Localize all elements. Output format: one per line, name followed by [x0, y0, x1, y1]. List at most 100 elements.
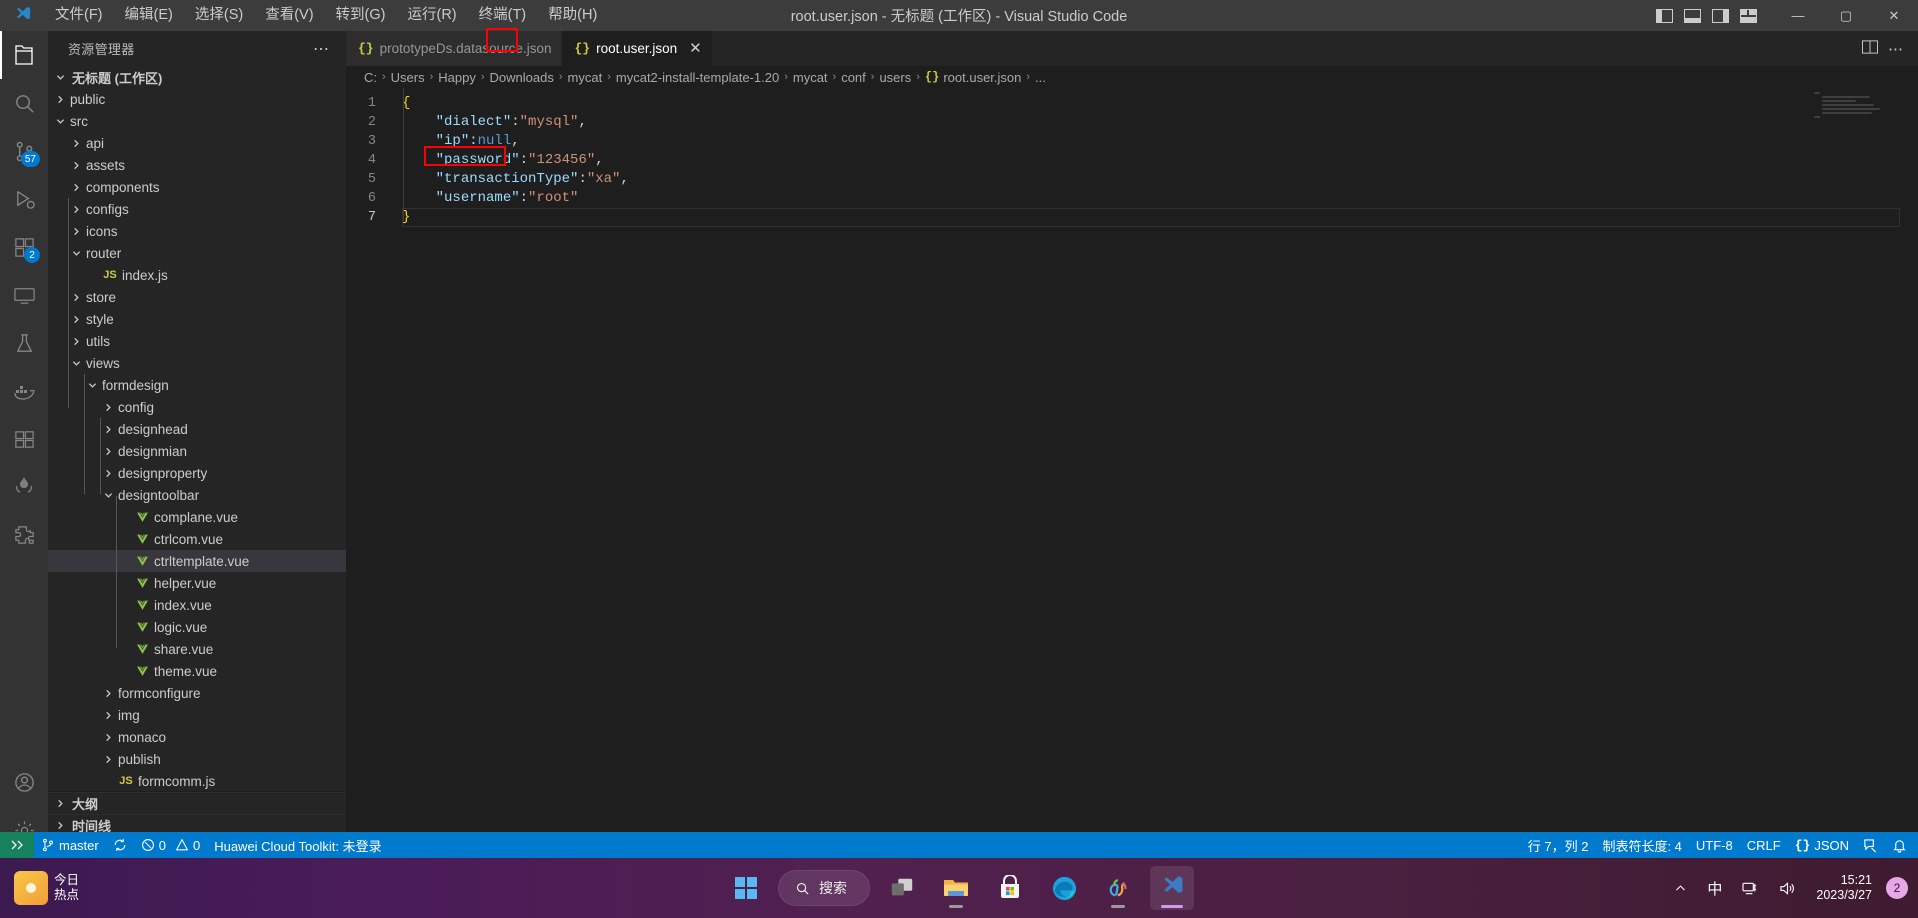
menu-help[interactable]: 帮助(H): [537, 0, 608, 31]
taskbar-search-box[interactable]: 搜索: [778, 870, 870, 906]
tree-item-utils[interactable]: utils: [48, 330, 346, 352]
tree-item-index-vue[interactable]: index.vue: [48, 594, 346, 616]
code-lines[interactable]: 1{2 "dialect":"mysql", 3 "ip":null, 4 "pas…: [346, 94, 1918, 858]
status-feedback[interactable]: [1856, 832, 1885, 858]
code-line[interactable]: 7}: [346, 208, 1918, 227]
file-explorer-button[interactable]: [934, 866, 978, 910]
network-icon[interactable]: [1734, 876, 1767, 901]
notification-badge[interactable]: 2: [1886, 877, 1908, 899]
tree-item-monaco[interactable]: monaco: [48, 726, 346, 748]
menu-terminal[interactable]: 终端(T): [468, 0, 538, 31]
toggle-secondary-sidebar-icon[interactable]: [1708, 4, 1732, 28]
tab-prototypeDs-datasource-json[interactable]: {} prototypeDs.datasource.json: [346, 31, 563, 66]
menu-file[interactable]: 文件(F): [44, 0, 114, 31]
status-branch[interactable]: master: [34, 832, 106, 858]
tree-item-public[interactable]: public: [48, 88, 346, 110]
menu-edit[interactable]: 编辑(E): [114, 0, 184, 31]
customize-layout-icon[interactable]: [1736, 4, 1760, 28]
tree-item-share-vue[interactable]: share.vue: [48, 638, 346, 660]
activity-search[interactable]: [0, 79, 48, 127]
menu-view[interactable]: 查看(V): [254, 0, 324, 31]
layout-toggles[interactable]: [1652, 4, 1760, 28]
taskbar-weather-widget[interactable]: 今日 热点: [0, 871, 79, 905]
split-editor-icon[interactable]: [1862, 39, 1878, 58]
status-sync[interactable]: [106, 832, 134, 858]
breadcrumb-item[interactable]: mycat: [793, 70, 828, 85]
tree-item-publish[interactable]: publish: [48, 748, 346, 770]
breadcrumb-item[interactable]: users: [879, 70, 911, 85]
vscode-taskbar-button[interactable]: [1150, 866, 1194, 910]
breadcrumb-item[interactable]: conf: [841, 70, 866, 85]
activity-testing[interactable]: [0, 319, 48, 367]
activity-explorer[interactable]: [0, 31, 48, 79]
code-line[interactable]: 2 "dialect":"mysql",: [346, 113, 1918, 132]
tree-item-formcomm-js[interactable]: JS formcomm.js: [48, 770, 346, 791]
activity-huawei-cloud[interactable]: [0, 463, 48, 511]
status-cursor-position[interactable]: 行 7，列 2: [1521, 832, 1596, 858]
activity-source-control[interactable]: 57: [0, 127, 48, 175]
status-problems[interactable]: 0 0: [134, 832, 207, 858]
tree-item-router[interactable]: router: [48, 242, 346, 264]
code-line[interactable]: 1{: [346, 94, 1918, 113]
tree-item-config[interactable]: config: [48, 396, 346, 418]
tree-item-style[interactable]: style: [48, 308, 346, 330]
menu-run[interactable]: 运行(R): [396, 0, 467, 31]
tree-item-formdesign[interactable]: formdesign: [48, 374, 346, 396]
breadcrumb-file[interactable]: root.user.json: [943, 70, 1021, 85]
status-notifications[interactable]: [1885, 832, 1914, 858]
breadcrumb-item[interactable]: Happy: [438, 70, 476, 85]
breadcrumb[interactable]: C: › Users › Happy › Downloads › mycat › mycat2-in…: [346, 66, 1918, 88]
panel-outline[interactable]: 大纲: [48, 792, 346, 814]
tree-item-icons[interactable]: icons: [48, 220, 346, 242]
menu-bar[interactable]: 文件(F) 编辑(E) 选择(S) 查看(V) 转到(G) 运行(R) 终端(T…: [44, 0, 608, 31]
status-tab-size[interactable]: 制表符长度: 4: [1595, 832, 1688, 858]
menu-selection[interactable]: 选择(S): [184, 0, 254, 31]
taskbar-clock[interactable]: 15:21 2023/3/27: [1808, 873, 1880, 903]
tree-item-formconfigure[interactable]: formconfigure: [48, 682, 346, 704]
cloud-music-button[interactable]: [1096, 866, 1140, 910]
maximize-button[interactable]: ▢: [1822, 0, 1870, 31]
breadcrumb-item[interactable]: mycat2-install-template-1.20: [616, 70, 779, 85]
activity-run-debug[interactable]: [0, 175, 48, 223]
tree-item-src[interactable]: src: [48, 110, 346, 132]
tree-item-api[interactable]: api: [48, 132, 346, 154]
close-button[interactable]: ✕: [1870, 0, 1918, 31]
activity-database[interactable]: [0, 415, 48, 463]
activity-docker[interactable]: [0, 367, 48, 415]
tree-item-designmian[interactable]: designmian: [48, 440, 346, 462]
status-eol[interactable]: CRLF: [1740, 832, 1788, 858]
tree-item-assets[interactable]: assets: [48, 154, 346, 176]
toggle-primary-sidebar-icon[interactable]: [1652, 4, 1676, 28]
tree-item-complane-vue[interactable]: complane.vue: [48, 506, 346, 528]
start-button[interactable]: [724, 866, 768, 910]
status-encoding[interactable]: UTF-8: [1689, 832, 1740, 858]
workspace-section-header[interactable]: 无标题 (工作区): [48, 66, 346, 88]
more-actions-icon[interactable]: ⋯: [1888, 40, 1904, 58]
tree-item-ctrlcom-vue[interactable]: ctrlcom.vue: [48, 528, 346, 550]
ime-indicator[interactable]: 中: [1699, 873, 1730, 904]
breadcrumb-item[interactable]: mycat: [568, 70, 603, 85]
menu-go[interactable]: 转到(G): [325, 0, 397, 31]
minimize-button[interactable]: —: [1774, 0, 1822, 31]
close-icon[interactable]: ✕: [689, 41, 702, 56]
tree-item-components[interactable]: components: [48, 176, 346, 198]
breadcrumb-item[interactable]: Users: [391, 70, 425, 85]
code-line[interactable]: 4 "password":"123456",: [346, 151, 1918, 170]
breadcrumb-tail[interactable]: ...: [1035, 70, 1046, 85]
tab-root-user-json[interactable]: {} root.user.json ✕: [562, 31, 713, 66]
tree-item-theme-vue[interactable]: theme.vue: [48, 660, 346, 682]
tree-item-store[interactable]: store: [48, 286, 346, 308]
microsoft-edge-button[interactable]: [1042, 866, 1086, 910]
code-line[interactable]: 5 "transactionType":"xa",: [346, 170, 1918, 189]
activity-puzzle[interactable]: [0, 511, 48, 559]
tree-item-ctrltemplate-vue[interactable]: ctrltemplate.vue: [48, 550, 346, 572]
code-line[interactable]: 3 "ip":null,: [346, 132, 1918, 151]
file-tree[interactable]: public src api assets components configs icons…: [48, 88, 346, 791]
minimap[interactable]: [1814, 92, 1904, 212]
toggle-panel-icon[interactable]: [1680, 4, 1704, 28]
tree-item-designhead[interactable]: designhead: [48, 418, 346, 440]
code-editor[interactable]: 1{2 "dialect":"mysql", 3 "ip":null, 4 "pas…: [346, 88, 1918, 858]
activity-accounts[interactable]: [0, 758, 48, 806]
tree-item-designtoolbar[interactable]: designtoolbar: [48, 484, 346, 506]
tree-item-designproperty[interactable]: designproperty: [48, 462, 346, 484]
